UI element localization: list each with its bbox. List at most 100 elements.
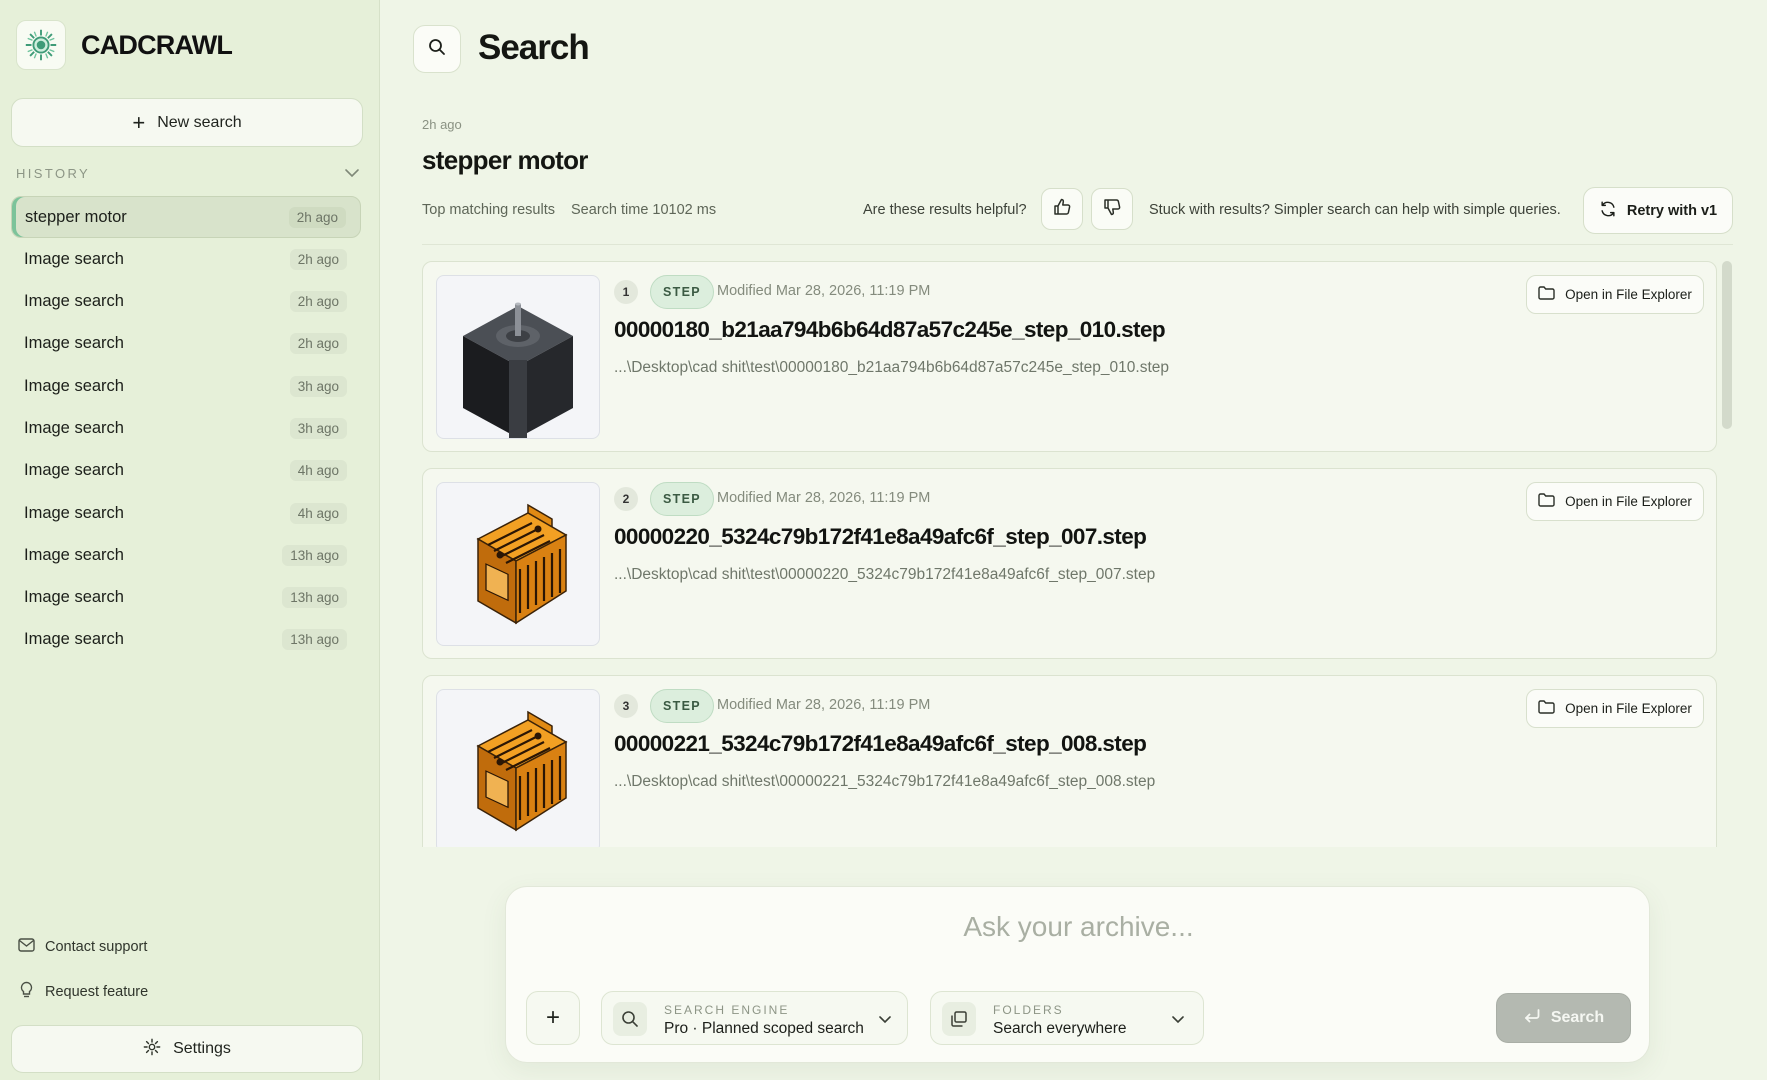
query-composer: + SEARCH ENGINE Pro · Planned scoped sea…: [505, 886, 1651, 1063]
plus-icon: +: [132, 109, 146, 135]
history-item[interactable]: Image search 2h ago: [11, 238, 361, 280]
history-label: HISTORY: [16, 165, 91, 181]
settings-button[interactable]: Settings: [11, 1025, 363, 1073]
result-rank: 1: [614, 280, 638, 304]
history-item-time: 13h ago: [282, 629, 347, 651]
enter-icon: [1523, 1008, 1541, 1029]
new-search-label: New search: [157, 113, 242, 131]
result-thumbnail[interactable]: [436, 275, 600, 439]
search-engine-select[interactable]: SEARCH ENGINE Pro · Planned scoped searc…: [601, 991, 908, 1045]
result-card[interactable]: 3 STEP Modified Mar 28, 2026, 11:19 PM 0…: [422, 675, 1717, 847]
result-thumbnail[interactable]: [436, 482, 600, 646]
history-item-time: 13h ago: [282, 587, 347, 609]
helpful-question: Are these results helpful?: [863, 202, 1027, 218]
history-item[interactable]: Image search 13h ago: [11, 619, 361, 661]
result-modified: Modified Mar 28, 2026, 11:19 PM: [717, 283, 931, 299]
history-list: stepper motor 2h ago Image search 2h ago…: [11, 196, 361, 661]
results-scrollbar[interactable]: [1721, 261, 1732, 847]
history-item-label: Image search: [24, 292, 124, 311]
scrollbar-thumb[interactable]: [1722, 261, 1732, 429]
contact-support-link[interactable]: Contact support: [18, 938, 147, 956]
settings-label: Settings: [173, 1040, 231, 1057]
open-in-explorer-button[interactable]: Open in File Explorer: [1526, 275, 1704, 314]
top-matching-label: Top matching results: [422, 202, 555, 218]
divider: [422, 244, 1733, 245]
page-title: Search: [478, 28, 590, 67]
folders-select[interactable]: FOLDERS Search everywhere: [930, 991, 1204, 1045]
folder-icon: [1538, 286, 1555, 303]
history-item-time: 4h ago: [289, 502, 347, 524]
gear-icon: [143, 1038, 161, 1061]
history-item[interactable]: Image search 3h ago: [11, 407, 361, 449]
history-item[interactable]: Image search 2h ago: [11, 323, 361, 365]
history-item[interactable]: Image search 13h ago: [11, 534, 361, 576]
history-item[interactable]: Image search 3h ago: [11, 365, 361, 407]
result-card[interactable]: 2 STEP Modified Mar 28, 2026, 11:19 PM 0…: [422, 468, 1717, 659]
history-item-time: 4h ago: [289, 460, 347, 482]
query-timestamp: 2h ago: [422, 117, 462, 132]
ask-input[interactable]: [506, 905, 1651, 949]
history-item-label: Image search: [24, 588, 124, 607]
search-submit-button[interactable]: Search: [1496, 993, 1631, 1043]
request-feature-link[interactable]: Request feature: [18, 981, 148, 1003]
stepper-motor-preview-icon: [463, 302, 573, 438]
result-rank: 2: [614, 487, 638, 511]
add-attachment-button[interactable]: +: [526, 991, 580, 1045]
thumbs-down-button[interactable]: [1091, 188, 1133, 230]
history-item-label: Image search: [24, 249, 124, 268]
history-item-label: stepper motor: [25, 207, 127, 226]
result-path: ...\Desktop\cad shit\test\00000221_5324c…: [614, 773, 1156, 790]
main-panel: Search 2h ago stepper motor Top matching…: [380, 0, 1767, 1080]
open-in-explorer-button[interactable]: Open in File Explorer: [1526, 482, 1704, 521]
brand[interactable]: CADCRAWL: [16, 20, 233, 70]
contact-support-label: Contact support: [45, 939, 148, 955]
history-item-label: Image search: [24, 545, 124, 564]
search-icon-button[interactable]: [413, 25, 461, 73]
folder-icon: [1538, 700, 1555, 717]
driver-board-preview-icon: [476, 503, 568, 625]
history-item[interactable]: Image search 4h ago: [11, 492, 361, 534]
result-path: ...\Desktop\cad shit\test\00000220_5324c…: [614, 566, 1156, 583]
thumbs-up-button[interactable]: [1041, 188, 1083, 230]
file-type-badge: STEP: [650, 275, 714, 309]
history-item[interactable]: Image search 2h ago: [11, 281, 361, 323]
history-item-time: 3h ago: [289, 375, 347, 397]
history-header[interactable]: HISTORY: [16, 162, 360, 184]
folders-value: Search everywhere: [993, 1020, 1127, 1037]
query-title: stepper motor: [422, 145, 588, 175]
request-feature-label: Request feature: [45, 984, 149, 1000]
result-thumbnail[interactable]: [436, 689, 600, 847]
history-item[interactable]: Image search 13h ago: [11, 577, 361, 619]
results-meta: Top matching results Search time 10102 m…: [422, 202, 716, 218]
history-item[interactable]: Image search 4h ago: [11, 450, 361, 492]
result-rank: 3: [614, 694, 638, 718]
open-in-explorer-button[interactable]: Open in File Explorer: [1526, 689, 1704, 728]
retry-v1-button[interactable]: Retry with v1: [1583, 187, 1733, 234]
search-engine-label: SEARCH ENGINE: [664, 1003, 790, 1017]
result-filename[interactable]: 00000220_5324c79b172f41e8a49afc6f_step_0…: [614, 524, 1147, 550]
chevron-down-icon: [1171, 1012, 1185, 1030]
new-search-button[interactable]: + New search: [11, 98, 363, 147]
search-engine-value: Pro · Planned scoped search: [664, 1020, 864, 1037]
result-path: ...\Desktop\cad shit\test\00000180_b21aa…: [614, 359, 1170, 376]
result-card[interactable]: 1 STEP Modified Mar 28, 2026, 11:19 PM 0…: [422, 261, 1717, 452]
history-item[interactable]: stepper motor 2h ago: [11, 196, 361, 238]
plus-icon: +: [545, 1004, 560, 1031]
result-filename[interactable]: 00000221_5324c79b172f41e8a49afc6f_step_0…: [614, 731, 1147, 757]
mail-icon: [18, 938, 35, 956]
app-name: CADCRAWL: [81, 29, 233, 60]
folders-label: FOLDERS: [993, 1003, 1064, 1017]
history-item-label: Image search: [24, 334, 124, 353]
file-type-badge: STEP: [650, 482, 714, 516]
chevron-down-icon: [878, 1012, 892, 1030]
history-item-label: Image search: [24, 503, 124, 522]
folder-icon: [1538, 493, 1555, 510]
result-filename[interactable]: 00000180_b21aa794b6b64d87a57c245e_step_0…: [614, 317, 1166, 343]
history-item-label: Image search: [24, 461, 124, 480]
simpler-search-hint: Stuck with results? Simpler search can h…: [1149, 202, 1561, 218]
thumbs-down-icon: [1102, 197, 1122, 222]
open-in-explorer-label: Open in File Explorer: [1565, 494, 1692, 509]
history-item-time: 2h ago: [289, 291, 347, 313]
chevron-down-icon: [344, 166, 360, 181]
file-type-badge: STEP: [650, 689, 714, 723]
